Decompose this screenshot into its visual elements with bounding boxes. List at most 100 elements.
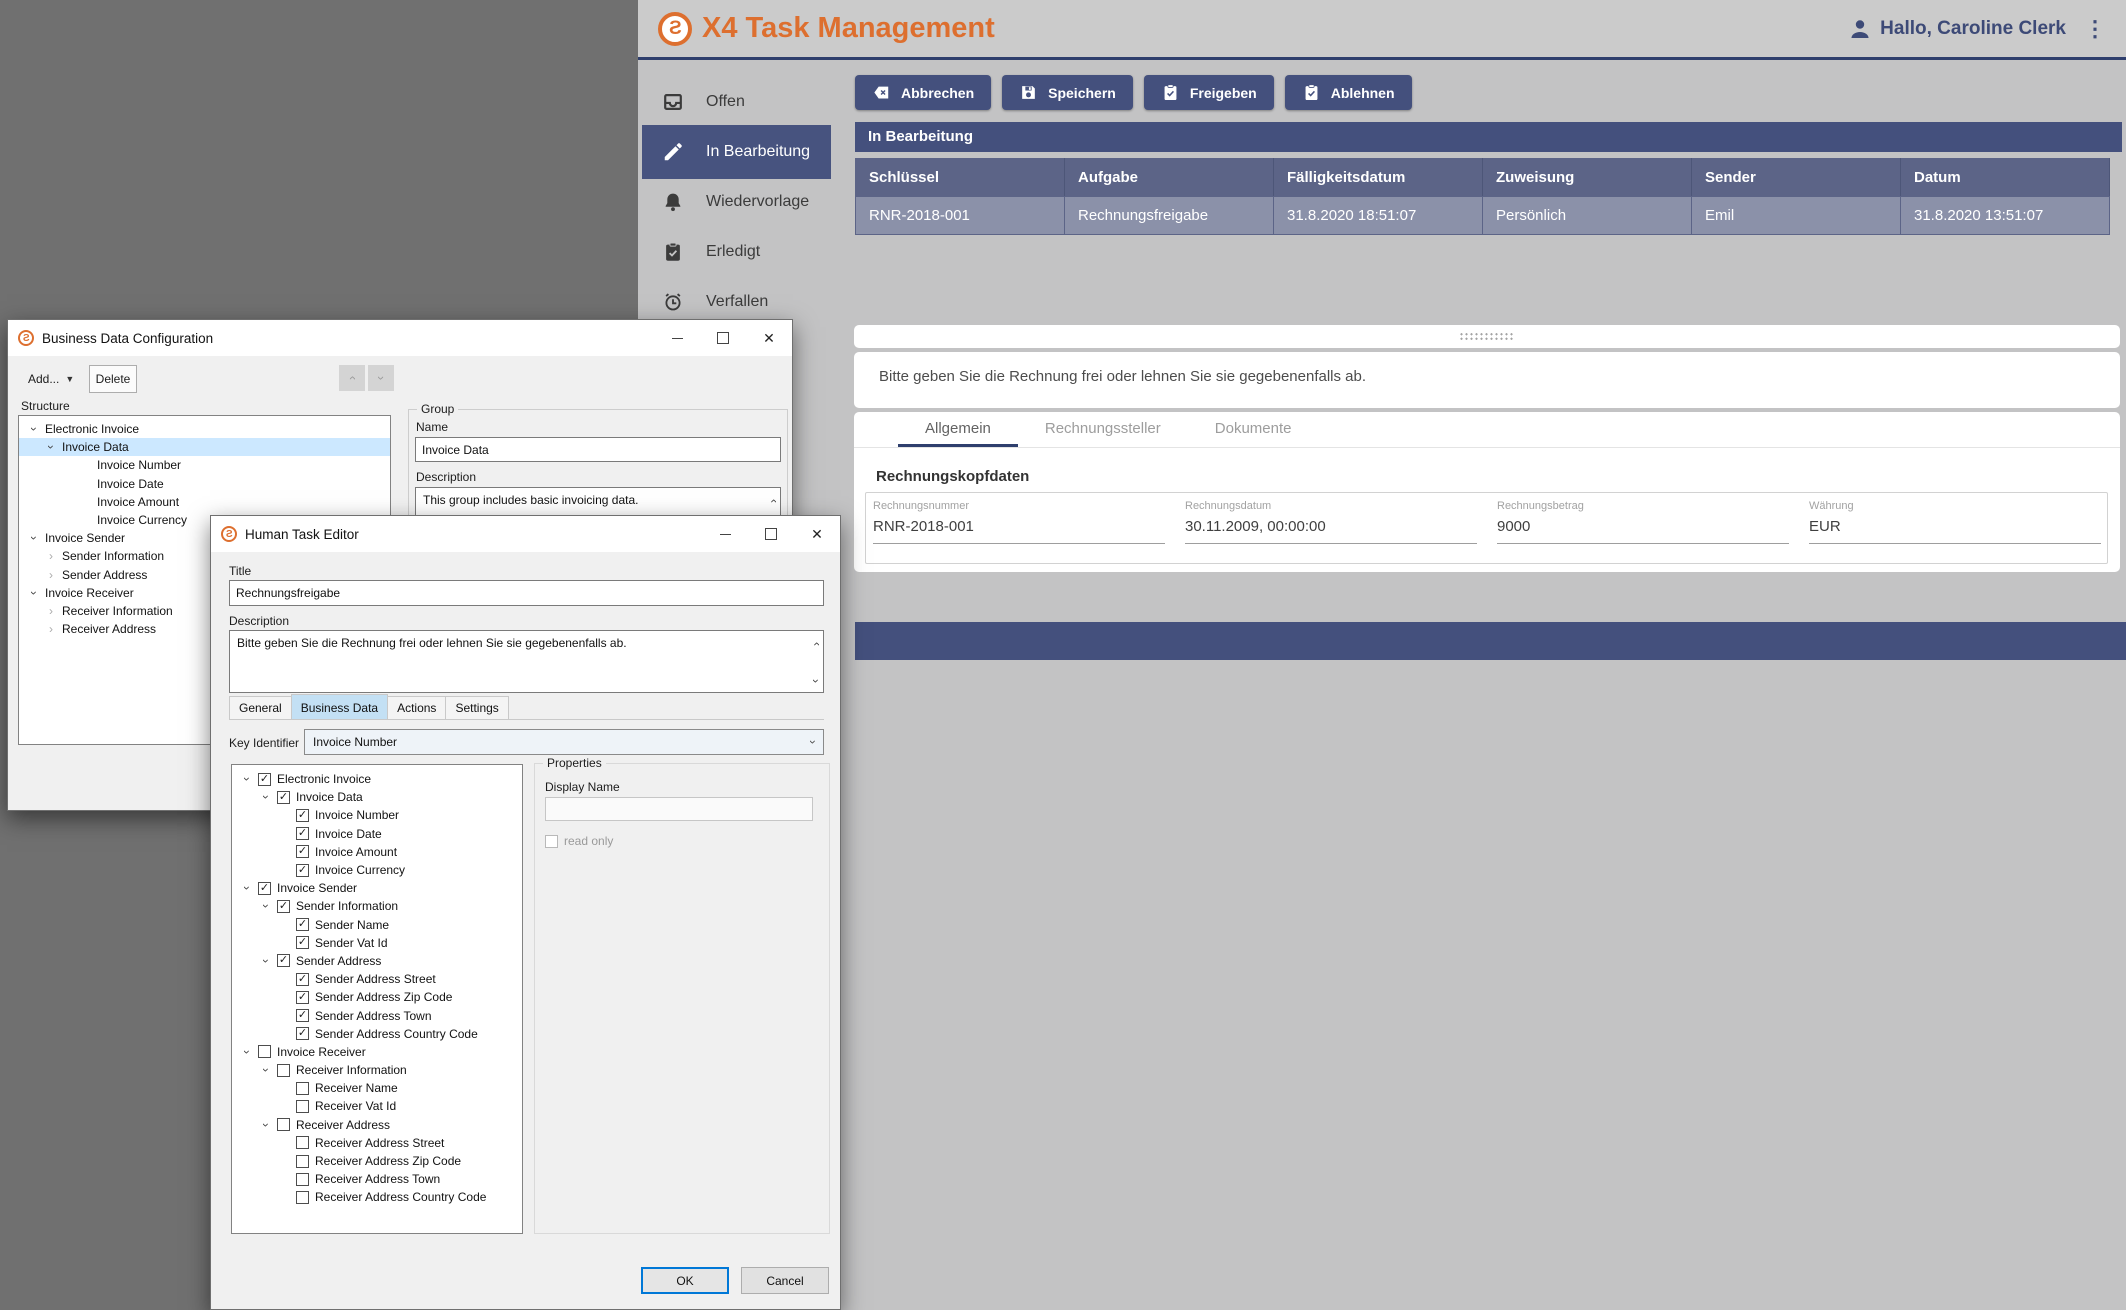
checkbox-receiver-name[interactable] xyxy=(296,1082,309,1095)
scroll-up-icon[interactable]: › xyxy=(811,642,821,646)
checkbox-invoice-amount[interactable] xyxy=(296,845,309,858)
tree-item-sender-address[interactable]: ›Sender Address xyxy=(232,952,522,970)
tree-item-invoice-number[interactable]: Invoice Number xyxy=(232,806,522,824)
tree-item-sender-information[interactable]: ›Sender Information xyxy=(232,897,522,915)
tree-item-sender-address-country-code[interactable]: Sender Address Country Code xyxy=(232,1025,522,1043)
table-cell[interactable]: RNR-2018-001 xyxy=(855,196,1065,235)
checkbox-receiver-address-zip-code[interactable] xyxy=(296,1155,309,1168)
chevron-expanded-icon[interactable]: › xyxy=(261,954,271,968)
checkbox-electronic-invoice[interactable] xyxy=(258,773,271,786)
task-description-textarea[interactable]: Bitte geben Sie die Rechnung frei oder l… xyxy=(229,630,824,693)
field-value[interactable]: 30.11.2009, 00:00:00 xyxy=(1185,518,1477,544)
table-cell[interactable]: Emil xyxy=(1692,196,1901,235)
tab-dokumente[interactable]: Dokumente xyxy=(1188,412,1319,447)
checkbox-receiver-information[interactable] xyxy=(277,1064,290,1077)
tree-item-invoice-date[interactable]: Invoice Date xyxy=(232,825,522,843)
checkbox-sender-address-street[interactable] xyxy=(296,973,309,986)
checkbox-sender-address-zip-code[interactable] xyxy=(296,991,309,1004)
drag-handle[interactable] xyxy=(1459,332,1515,341)
minimize-button[interactable] xyxy=(702,516,748,552)
tree-item-invoice-date[interactable]: Invoice Date xyxy=(19,475,390,493)
checkbox-invoice-currency[interactable] xyxy=(296,864,309,877)
tree-item-invoice-receiver[interactable]: ›Invoice Receiver xyxy=(232,1043,522,1061)
checkbox-sender-address[interactable] xyxy=(277,954,290,967)
tree-item-receiver-vat-id[interactable]: Receiver Vat Id xyxy=(232,1097,522,1115)
chevron-collapsed-icon[interactable]: › xyxy=(44,570,58,580)
ablehnen-button[interactable]: Ablehnen xyxy=(1285,75,1412,110)
checkbox-invoice-date[interactable] xyxy=(296,827,309,840)
ok-button[interactable]: OK xyxy=(641,1267,729,1294)
tree-item-sender-address-zip-code[interactable]: Sender Address Zip Code xyxy=(232,988,522,1006)
table-cell[interactable]: 31.8.2020 18:51:07 xyxy=(1274,196,1483,235)
kebab-menu-icon[interactable]: ⋮ xyxy=(2084,16,2106,42)
tree-item-invoice-amount[interactable]: Invoice Amount xyxy=(19,493,390,511)
chevron-expanded-icon[interactable]: › xyxy=(261,790,271,804)
checkbox-invoice-number[interactable] xyxy=(296,809,309,822)
tree-item-receiver-address[interactable]: ›Receiver Address xyxy=(232,1116,522,1134)
sidebar-item-in-bearbeitung[interactable]: In Bearbeitung xyxy=(642,125,831,179)
add-button[interactable]: Add...▼ xyxy=(28,372,74,386)
checkbox-sender-address-country-code[interactable] xyxy=(296,1027,309,1040)
speichern-button[interactable]: Speichern xyxy=(1002,75,1133,110)
chevron-expanded-icon[interactable]: › xyxy=(261,1063,271,1077)
field-value[interactable]: 9000 xyxy=(1497,518,1789,544)
checkbox-sender-vat-id[interactable] xyxy=(296,936,309,949)
group-name-input[interactable] xyxy=(415,437,781,462)
minimize-button[interactable] xyxy=(654,320,700,356)
tree-item-receiver-address-country-code[interactable]: Receiver Address Country Code xyxy=(232,1188,522,1206)
close-button[interactable]: ✕ xyxy=(794,516,840,552)
display-name-input[interactable] xyxy=(545,797,813,821)
tree-item-electronic-invoice[interactable]: ›Electronic Invoice xyxy=(232,770,522,788)
table-cell[interactable]: Rechnungsfreigabe xyxy=(1065,196,1274,235)
checkbox-invoice-receiver[interactable] xyxy=(258,1045,271,1058)
bdc-titlebar[interactable]: S Business Data Configuration ✕ xyxy=(8,320,792,356)
tree-item-invoice-number[interactable]: Invoice Number xyxy=(19,456,390,474)
checkbox-sender-name[interactable] xyxy=(296,918,309,931)
tree-item-sender-vat-id[interactable]: Sender Vat Id xyxy=(232,934,522,952)
maximize-button[interactable] xyxy=(700,320,746,356)
tree-item-invoice-data[interactable]: ›Invoice Data xyxy=(232,788,522,806)
tree-item-receiver-address-town[interactable]: Receiver Address Town xyxy=(232,1170,522,1188)
tree-item-receiver-information[interactable]: ›Receiver Information xyxy=(232,1061,522,1079)
tree-item-invoice-sender[interactable]: ›Invoice Sender xyxy=(232,879,522,897)
move-down-button[interactable]: › xyxy=(368,365,394,391)
hte-titlebar[interactable]: S Human Task Editor ✕ xyxy=(211,516,840,552)
tab-general[interactable]: General xyxy=(229,696,292,719)
checkbox-receiver-vat-id[interactable] xyxy=(296,1100,309,1113)
chevron-expanded-icon[interactable]: › xyxy=(261,899,271,913)
move-up-button[interactable]: › xyxy=(339,365,365,391)
chevron-expanded-icon[interactable]: › xyxy=(29,531,39,545)
chevron-collapsed-icon[interactable]: › xyxy=(44,606,58,616)
delete-button[interactable]: Delete xyxy=(89,365,137,393)
scroll-down-icon[interactable]: › xyxy=(811,679,821,683)
chevron-expanded-icon[interactable]: › xyxy=(29,422,39,436)
task-title-input[interactable] xyxy=(229,580,824,606)
tree-item-invoice-data[interactable]: ›Invoice Data xyxy=(19,438,390,456)
tab-actions[interactable]: Actions xyxy=(387,696,446,719)
checkbox-sender-address-town[interactable] xyxy=(296,1009,309,1022)
table-cell[interactable]: Persönlich xyxy=(1483,196,1692,235)
tree-item-invoice-currency[interactable]: Invoice Currency xyxy=(232,861,522,879)
chevron-expanded-icon[interactable]: › xyxy=(242,1045,252,1059)
sidebar-item-wiedervorlage[interactable]: Wiedervorlage xyxy=(638,177,855,227)
table-cell[interactable]: 31.8.2020 13:51:07 xyxy=(1901,196,2110,235)
sidebar-item-offen[interactable]: Offen xyxy=(638,77,855,127)
chevron-collapsed-icon[interactable]: › xyxy=(44,624,58,634)
chevron-collapsed-icon[interactable]: › xyxy=(44,551,58,561)
chevron-expanded-icon[interactable]: › xyxy=(261,1118,271,1132)
tree-item-sender-address-street[interactable]: Sender Address Street xyxy=(232,970,522,988)
chevron-expanded-icon[interactable]: › xyxy=(242,881,252,895)
chevron-expanded-icon[interactable]: › xyxy=(242,772,252,786)
tree-item-invoice-amount[interactable]: Invoice Amount xyxy=(232,843,522,861)
tree-item-sender-name[interactable]: Sender Name xyxy=(232,916,522,934)
read-only-checkbox[interactable] xyxy=(545,835,558,848)
checkbox-invoice-sender[interactable] xyxy=(258,882,271,895)
chevron-expanded-icon[interactable]: › xyxy=(46,440,56,454)
maximize-button[interactable] xyxy=(748,516,794,552)
checkbox-receiver-address-street[interactable] xyxy=(296,1136,309,1149)
tab-allgemein[interactable]: Allgemein xyxy=(898,412,1018,447)
tab-business-data[interactable]: Business Data xyxy=(291,694,388,719)
key-identifier-combobox[interactable]: Invoice Number › xyxy=(304,729,824,755)
checkbox-sender-information[interactable] xyxy=(277,900,290,913)
scroll-up-icon[interactable]: › xyxy=(768,499,778,503)
